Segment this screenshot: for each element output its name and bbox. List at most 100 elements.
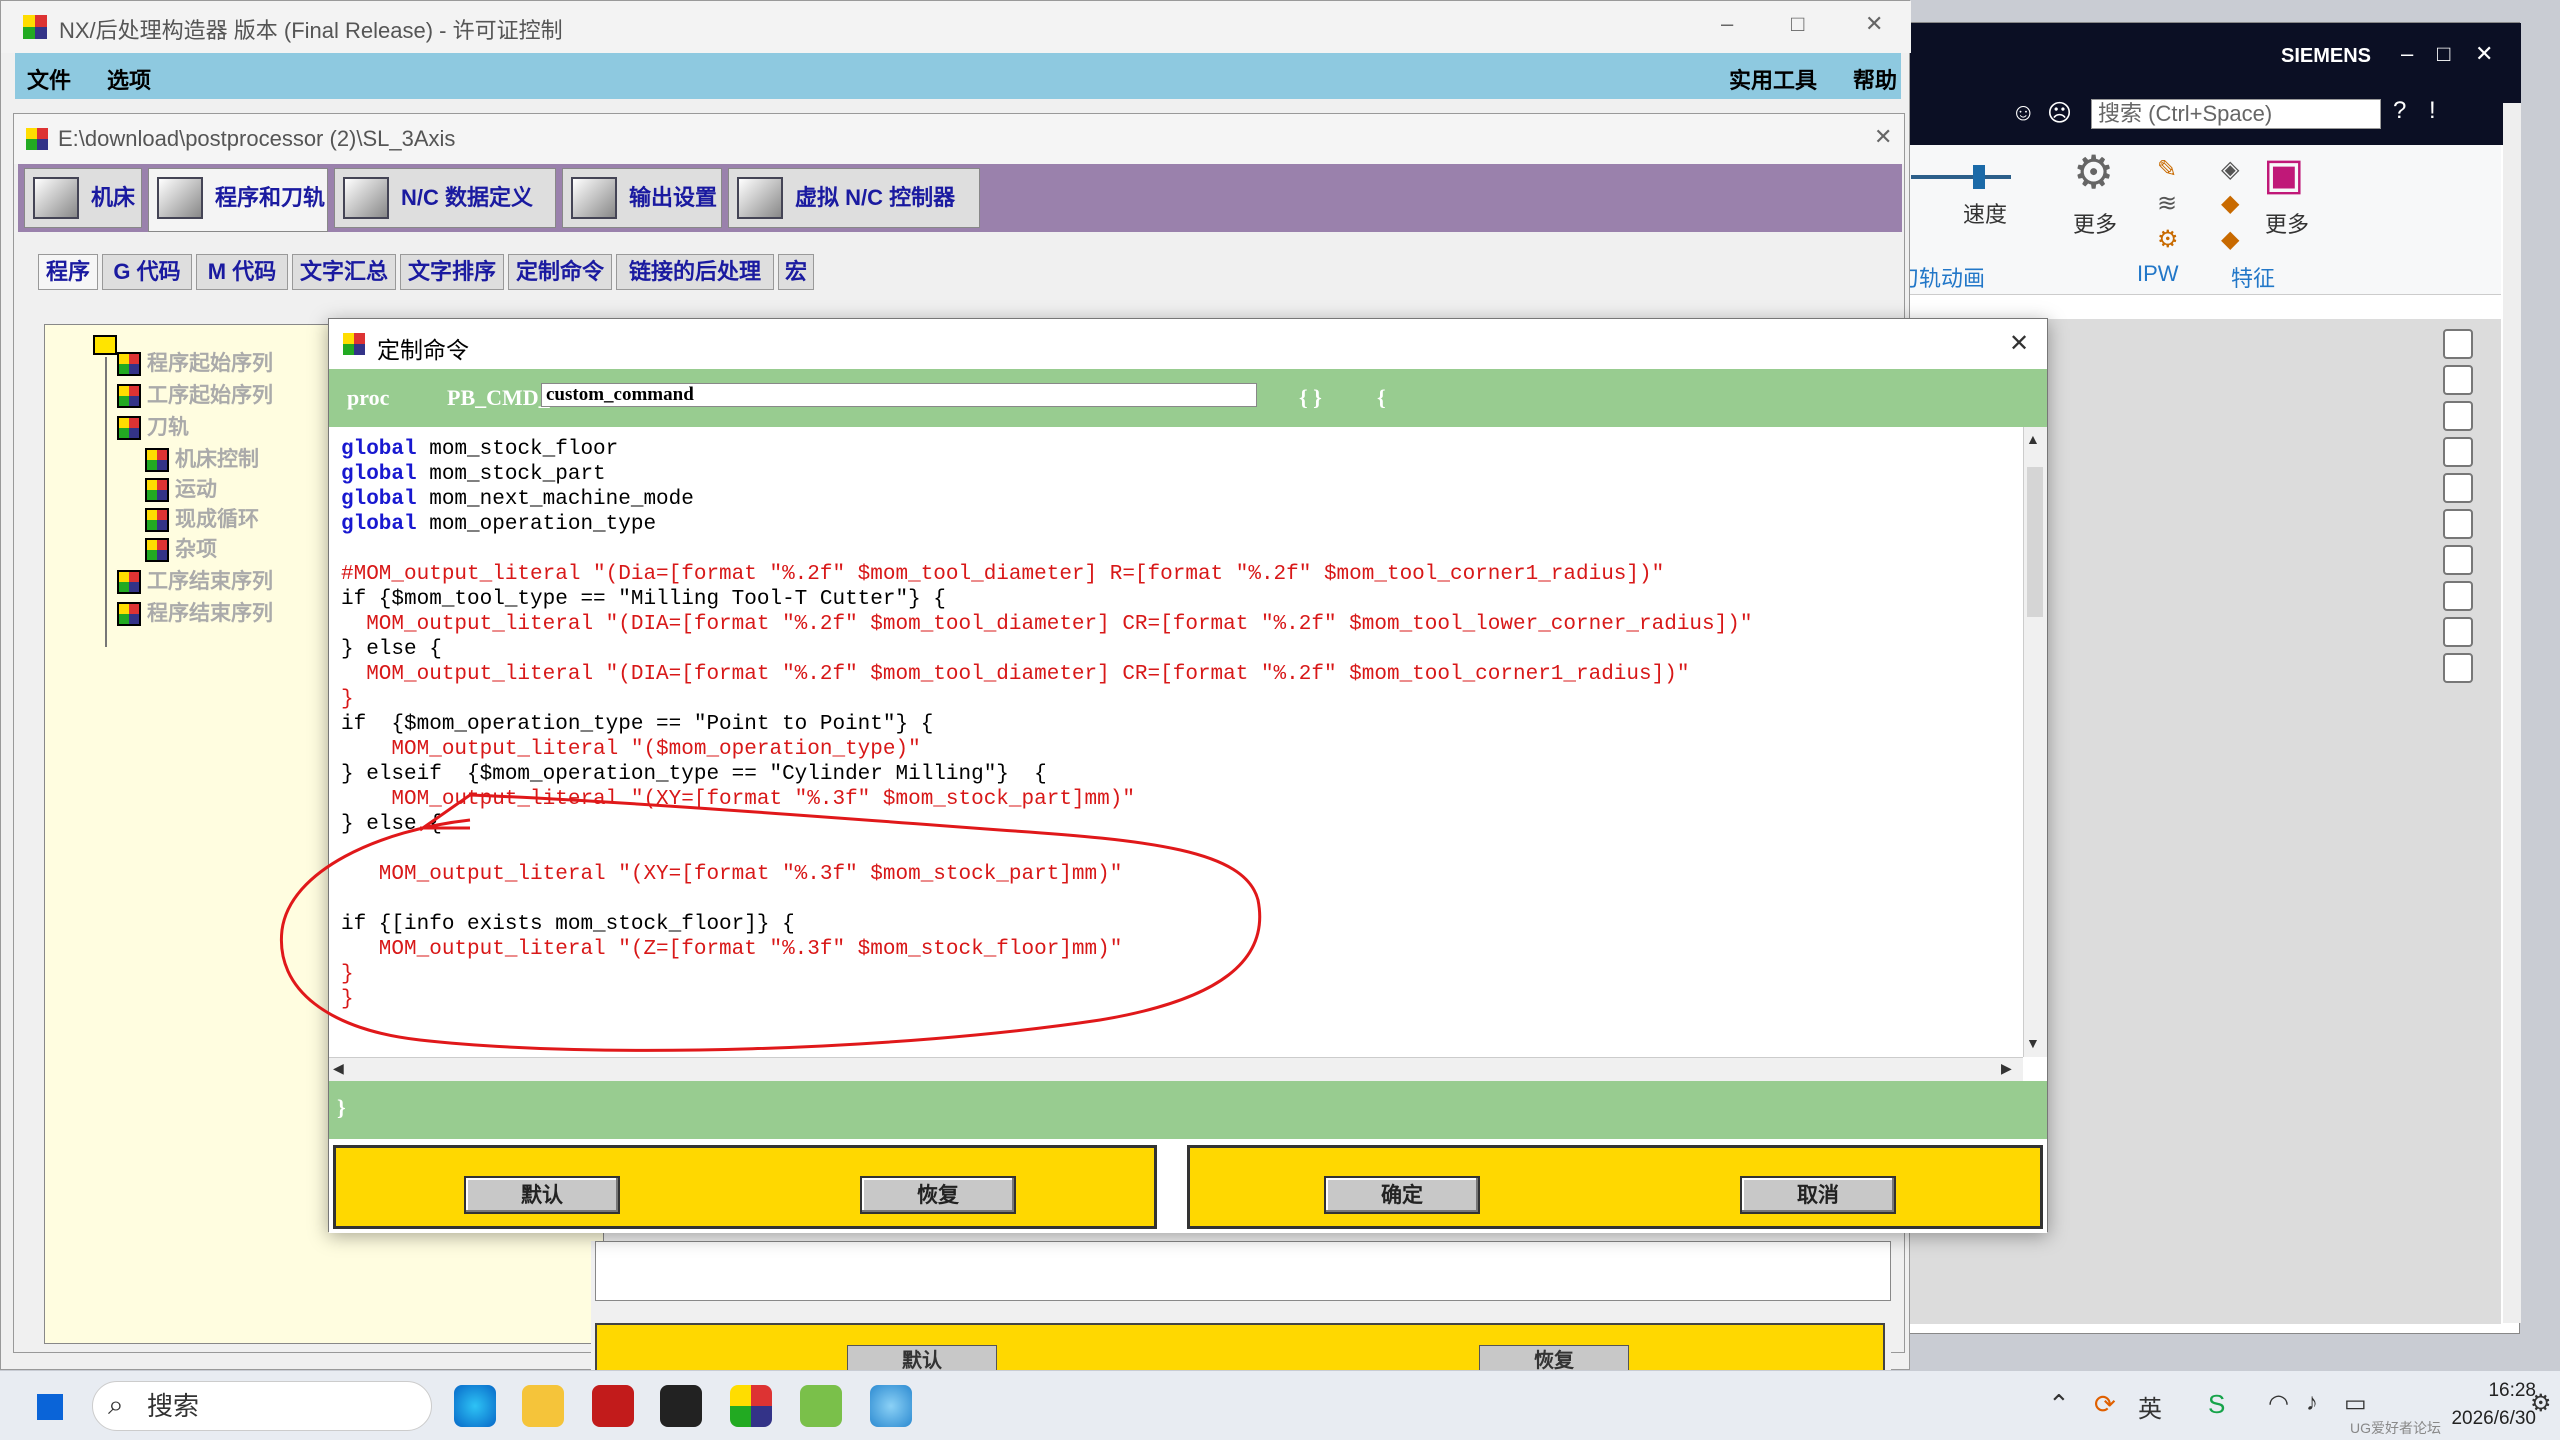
file-explorer-icon[interactable] — [522, 1385, 564, 1427]
scroll-up-icon[interactable]: ▲ — [2026, 431, 2044, 447]
code-line: } elseif {$mom_operation_type == "Cylind… — [341, 762, 1047, 787]
minimize-icon[interactable]: – — [1721, 11, 1733, 37]
layers-icon[interactable]: ≋ — [2157, 189, 2177, 218]
close-icon[interactable]: ✕ — [1874, 124, 1892, 150]
tab-program-toolpath[interactable]: 程序和刀轨 — [148, 168, 328, 232]
ime-icon[interactable]: 英 — [2138, 1389, 2162, 1424]
chevron-up-icon[interactable]: ⌃ — [2048, 1389, 2070, 1420]
subtab-word-summary[interactable]: 文字汇总 — [292, 254, 396, 290]
default-button[interactable]: 默认 — [464, 1176, 620, 1214]
tree-node[interactable]: 程序结束序列 — [117, 597, 273, 627]
navigator-icon[interactable] — [2443, 329, 2473, 359]
battery-icon[interactable]: ▭ — [2344, 1389, 2367, 1418]
roles-icon[interactable] — [2443, 653, 2473, 683]
edge-icon[interactable] — [454, 1385, 496, 1427]
assembly-icon[interactable] — [2443, 473, 2473, 503]
acrobat-icon[interactable] — [592, 1385, 634, 1427]
subtab-word-sequencing[interactable]: 文字排序 — [400, 254, 504, 290]
notification-icon[interactable]: ⚙ — [2530, 1389, 2552, 1418]
machine-icon[interactable] — [2443, 581, 2473, 611]
terminal-icon[interactable] — [660, 1385, 702, 1427]
part-icon[interactable] — [2443, 509, 2473, 539]
info-icon[interactable]: ! — [2429, 97, 2436, 125]
more-button-2[interactable]: 更多 — [2265, 207, 2309, 239]
close-icon[interactable]: ✕ — [2009, 329, 2029, 358]
close-icon[interactable]: ✕ — [1865, 11, 1883, 37]
maximize-icon[interactable]: □ — [2437, 41, 2450, 67]
cube-nav-icon[interactable] — [2443, 617, 2473, 647]
subtab-custom-command[interactable]: 定制命令 — [508, 254, 612, 290]
subtab-linked-posts[interactable]: 链接的后处理 — [616, 254, 774, 290]
command-search-input[interactable]: 搜索 (Ctrl+Space) — [2091, 99, 2381, 129]
stock-icon[interactable]: ◈ — [2221, 155, 2239, 184]
sync-icon[interactable]: ⟳ — [2094, 1389, 2116, 1420]
tree-node[interactable]: 程序起始序列 — [117, 347, 273, 377]
tree-node[interactable]: 刀轨 — [117, 411, 189, 441]
globe-app-icon[interactable] — [870, 1385, 912, 1427]
group-toolpath-animation[interactable]: 刀轨动画 — [1897, 261, 1985, 293]
tab-output-settings[interactable]: 输出设置 — [562, 168, 722, 228]
tree-node[interactable]: 机床控制 — [145, 443, 259, 473]
help-icon[interactable]: ? — [2393, 97, 2406, 125]
frown-icon[interactable]: ☹ — [2047, 99, 2072, 128]
code-editor[interactable]: global mom_stock_floor global mom_stock_… — [329, 427, 2019, 1057]
view-icon[interactable] — [2443, 365, 2473, 395]
tab-virtual-nc-controller[interactable]: 虚拟 N/C 控制器 — [728, 168, 980, 228]
cube-icon[interactable]: ▣ — [2263, 149, 2305, 200]
scroll-thumb[interactable] — [2027, 467, 2043, 617]
maximize-icon[interactable]: □ — [1791, 11, 1804, 37]
ipw-icon[interactable]: ◆ — [2221, 189, 2239, 218]
tab-machine-tool[interactable]: 机床 — [24, 168, 142, 228]
background-scroll-area[interactable] — [595, 1241, 1891, 1301]
subtab-program[interactable]: 程序 — [38, 254, 98, 290]
folder-icon[interactable] — [93, 335, 117, 355]
feature-icon[interactable]: ◆ — [2221, 225, 2239, 254]
post-builder-taskbar-icon[interactable] — [730, 1385, 772, 1427]
proc-prefix: PB_CMD_ — [447, 385, 550, 410]
tool-icon[interactable]: ✎ — [2157, 155, 2177, 184]
menu-file[interactable]: 文件 — [27, 63, 71, 95]
restore-button[interactable]: 恢复 — [860, 1176, 1016, 1214]
nx-taskbar-icon[interactable] — [800, 1385, 842, 1427]
scroll-down-icon[interactable]: ▼ — [2026, 1035, 2044, 1051]
menu-options[interactable]: 选项 — [107, 63, 151, 95]
tree-node[interactable]: 工序结束序列 — [117, 565, 273, 595]
sequence-icon — [145, 478, 169, 503]
ok-button[interactable]: 确定 — [1324, 1176, 1480, 1214]
speed-slider-track[interactable] — [1911, 175, 2011, 179]
tab-nc-data-definition[interactable]: N/C 数据定义 — [334, 168, 556, 228]
close-icon[interactable]: ✕ — [2475, 41, 2493, 67]
tree-node-selected[interactable]: 工序起始序列 — [117, 379, 273, 409]
speed-slider-thumb[interactable] — [1973, 165, 1985, 189]
code-vertical-scrollbar[interactable]: ▲ ▼ — [2023, 427, 2047, 1057]
group-ipw[interactable]: IPW — [2137, 261, 2179, 287]
volume-icon[interactable]: ♪ — [2306, 1389, 2318, 1417]
scroll-left-icon[interactable]: ◀ — [333, 1060, 344, 1077]
menu-utilities[interactable]: 实用工具 — [1729, 63, 1817, 95]
nx-vertical-scrollbar[interactable] — [2503, 103, 2521, 1323]
windows-start-icon[interactable] — [34, 1391, 66, 1423]
smile-icon[interactable]: ☺ — [2011, 99, 2036, 127]
document-icon[interactable] — [2443, 437, 2473, 467]
wifi-icon[interactable]: ◠ — [2268, 1389, 2289, 1418]
subtab-m-code[interactable]: M 代码 — [196, 254, 288, 290]
taskbar-search[interactable]: 搜索 — [92, 1381, 432, 1431]
tree-node[interactable]: 运动 — [145, 473, 217, 503]
gear-icon[interactable]: ⚙ — [2073, 145, 2114, 199]
subtab-macro[interactable]: 宏 — [778, 254, 814, 290]
command-name-input[interactable]: custom_command — [541, 383, 1257, 407]
minimize-icon[interactable]: – — [2401, 41, 2413, 67]
scroll-right-icon[interactable]: ▶ — [2001, 1060, 2012, 1077]
menu-help[interactable]: 帮助 — [1853, 63, 1897, 95]
more-button[interactable]: 更多 — [2073, 207, 2117, 239]
operation-icon[interactable] — [2443, 545, 2473, 575]
group-feature[interactable]: 特征 — [2231, 261, 2275, 293]
tree-node[interactable]: 杂项 — [145, 533, 217, 563]
history-icon[interactable] — [2443, 401, 2473, 431]
app-tray-icon[interactable]: S — [2208, 1389, 2225, 1420]
settings-icon[interactable]: ⚙ — [2157, 225, 2179, 254]
tree-node[interactable]: 现成循环 — [145, 503, 259, 533]
code-horizontal-scrollbar[interactable]: ◀ ▶ — [329, 1057, 2023, 1081]
subtab-g-code[interactable]: G 代码 — [102, 254, 192, 290]
cancel-button[interactable]: 取消 — [1740, 1176, 1896, 1214]
